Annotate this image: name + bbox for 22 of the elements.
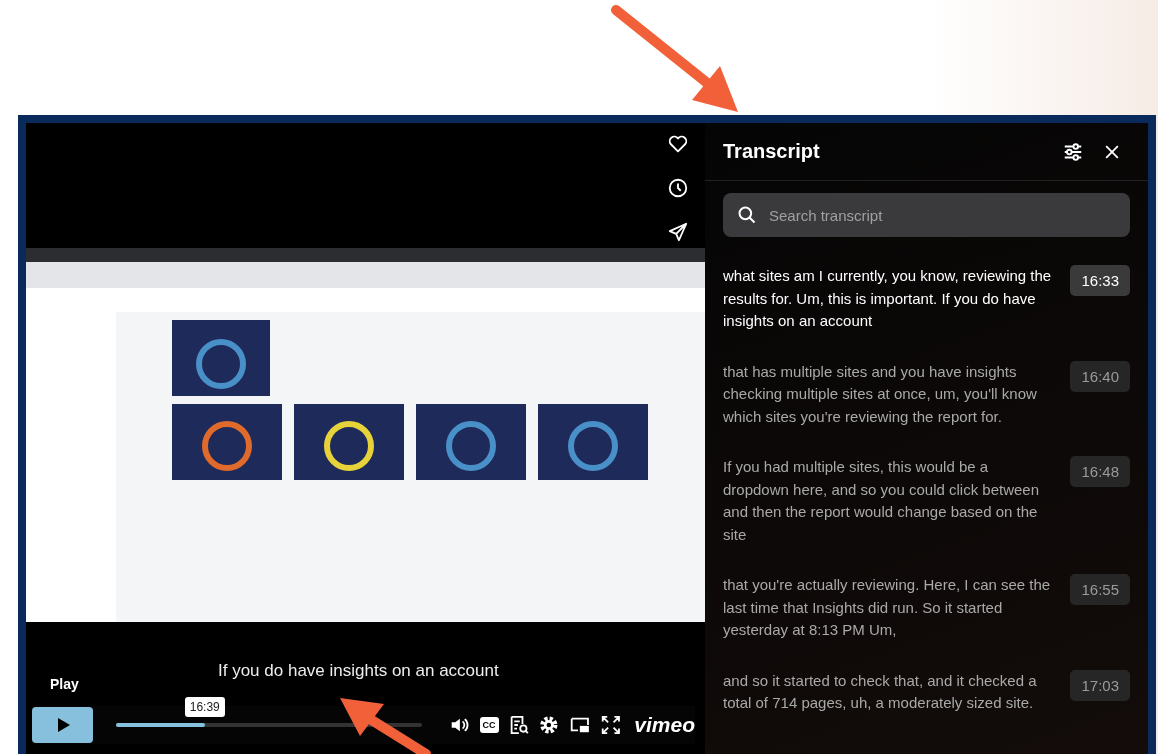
timestamp-button[interactable]: 16:33 xyxy=(1070,265,1130,296)
transcript-text[interactable]: what sites am I currently, you know, reviewing the results for. Um, this is important. If you do have insights on an account xyxy=(723,265,1055,333)
timestamp-button[interactable]: 17:03 xyxy=(1070,669,1130,701)
clock-icon[interactable] xyxy=(667,177,689,199)
vimeo-logo[interactable]: vimeo xyxy=(634,713,695,737)
transcript-title: Transcript xyxy=(723,140,821,163)
play-button[interactable] xyxy=(32,707,94,743)
captions-button[interactable]: CC xyxy=(479,717,499,733)
settings-icon[interactable] xyxy=(538,714,560,736)
transcript-text[interactable]: that has multiple sites and you have insights checking multiple sites at once, um, you'll know which sites you're reviewing the report for. xyxy=(723,360,1055,428)
transcript-text[interactable]: and so it started to check that, and it checked a total of 714 pages, uh, a moderately sized site. xyxy=(723,669,1055,715)
search-field[interactable]: Search transcript xyxy=(723,193,1130,237)
timestamp-button[interactable]: 16:40 xyxy=(1070,360,1130,392)
filter-sliders-icon[interactable] xyxy=(1062,140,1084,163)
timestamp-button[interactable]: 16:55 xyxy=(1070,574,1130,605)
transcript-text[interactable]: that you're actually reviewing. Here, I can see the last time that Insights did run. So it started yesterday at 8:13 PM Um, xyxy=(723,574,1055,642)
transcript-text[interactable]: If you had multiple sites, this would be a dropdown here, and so you could click between and then the report would change based on the site xyxy=(723,456,1055,546)
heart-icon[interactable] xyxy=(667,133,689,155)
fullscreen-icon[interactable] xyxy=(599,714,622,736)
paper-plane-icon[interactable] xyxy=(667,221,689,243)
timestamp-button[interactable]: 16:48 xyxy=(1070,456,1130,487)
time-tooltip: 16:39 xyxy=(184,697,225,717)
